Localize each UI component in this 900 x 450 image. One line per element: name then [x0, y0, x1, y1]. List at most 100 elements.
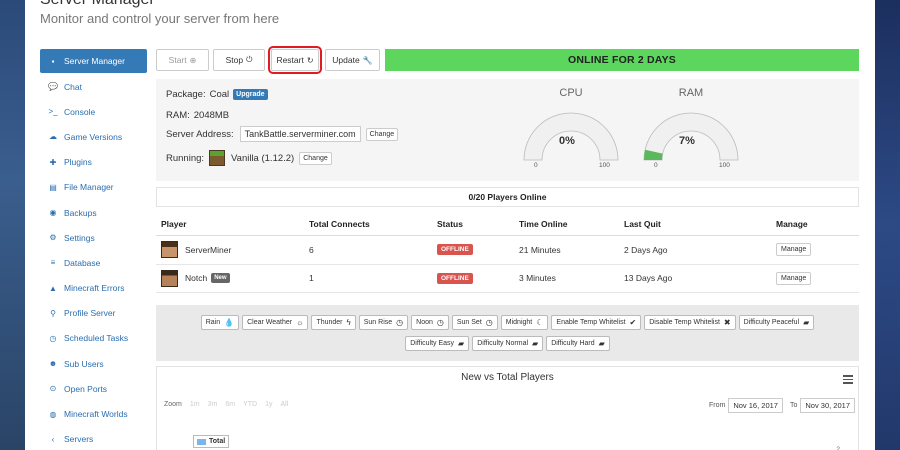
sun-set-button[interactable]: Sun Set ◷	[451, 315, 498, 330]
refresh-icon: ↻	[306, 55, 314, 65]
command-label: Thunder	[316, 319, 343, 326]
hamburger-menu-icon[interactable]	[843, 375, 853, 386]
stop-button[interactable]: Stop ⏻	[213, 49, 265, 71]
sidebar-item-game-versions[interactable]: ☁ Game Versions	[40, 124, 147, 149]
manage-cell: Manage	[776, 265, 812, 293]
ram-line: RAM: 2048MB	[166, 110, 229, 121]
sidebar-item-console[interactable]: >_ Console	[40, 99, 147, 124]
warning-icon: ▲	[49, 283, 57, 293]
manage-player-button[interactable]: Manage	[776, 243, 812, 257]
sidebar-item-label: Plugins	[64, 157, 92, 168]
status-badge: OFFLINE	[437, 244, 473, 256]
grass-block-icon	[209, 150, 226, 166]
command-label: Clear Weather	[247, 319, 293, 326]
player-cell: Notch New	[161, 265, 230, 293]
chart-title: New vs Total Players	[461, 372, 554, 383]
chart-date-range: From Nov 16, 2017 To Nov 30, 2017	[709, 398, 855, 413]
command-label: Sun Set	[456, 319, 482, 326]
zoom-option-1m[interactable]: 1m	[190, 401, 200, 408]
search-icon: ⚲	[50, 308, 56, 318]
update-button[interactable]: Update 🔧	[325, 49, 380, 71]
users-icon: ☻	[48, 359, 58, 369]
rain-button[interactable]: Rain 💧	[200, 315, 240, 330]
sidebar-item-file-manager[interactable]: ▤ File Manager	[40, 175, 147, 200]
sidebar-item-label: File Manager	[64, 182, 114, 193]
wrench-icon: 🔧	[362, 55, 373, 65]
enable-temp-whitelist-button[interactable]: Enable Temp Whitelist ✔	[551, 315, 642, 330]
puzzle-icon: ✚	[49, 157, 57, 167]
midnight-button[interactable]: Midnight ☾	[500, 315, 549, 330]
sidebar-item-minecraft-worlds[interactable]: ◍ Minecraft Worlds	[40, 401, 147, 426]
server-address-field[interactable]: TankBattle.serverminer.com	[239, 126, 361, 142]
player-avatar	[161, 241, 178, 259]
disable-temp-whitelist-button[interactable]: Disable Temp Whitelist ✖	[644, 315, 736, 330]
difficulty-hard-button[interactable]: Difficulty Hard ▰	[546, 336, 610, 351]
sidebar-item-settings[interactable]: ⚙ Settings	[40, 225, 147, 250]
difficulty-easy-button[interactable]: Difficulty Easy ▰	[405, 336, 470, 351]
server-info-panel: Package: Coal Upgrade RAM: 2048MB Server…	[156, 79, 859, 181]
commands-row-2: Difficulty Easy ▰ Difficulty Normal ▰ Diff…	[156, 336, 859, 351]
manage-player-button[interactable]: Manage	[776, 271, 812, 285]
change-version-button[interactable]: Change	[299, 151, 332, 165]
status-badge: OFFLINE	[437, 272, 473, 284]
legend-label: Total	[209, 438, 226, 445]
zoom-option-1y[interactable]: 1y	[265, 401, 272, 408]
desktop-background-right	[875, 0, 900, 450]
start-button[interactable]: Start ⊕	[156, 49, 209, 71]
sidebar-item-chat[interactable]: 💬 Chat	[40, 74, 147, 99]
from-date-input[interactable]: Nov 16, 2017	[728, 398, 783, 413]
sidebar-item-sub-users[interactable]: ☻ Sub Users	[40, 351, 147, 376]
sidebar-item-server-manager[interactable]: ▪ Server Manager	[40, 49, 147, 73]
difficulty-normal-button[interactable]: Difficulty Normal ▰	[472, 336, 544, 351]
cloud-icon: ☁	[49, 132, 57, 142]
players-table-header: Player Total Connects Status Time Online…	[156, 212, 859, 236]
plug-icon: ⊙	[49, 384, 57, 394]
address-label: Server Address:	[166, 128, 234, 140]
command-label: Enable Temp Whitelist	[556, 319, 626, 326]
play-circle-icon: ⊕	[189, 55, 197, 65]
restart-button[interactable]: Restart ↻	[268, 46, 322, 74]
upgrade-button[interactable]: Upgrade	[233, 89, 268, 100]
status-cell: OFFLINE	[437, 236, 473, 264]
update-button-label: Update	[332, 55, 360, 65]
sun-icon: ☼	[296, 318, 304, 327]
sidebar-item-servers[interactable]: ‹ Servers	[40, 427, 147, 450]
to-date-input[interactable]: Nov 30, 2017	[800, 398, 855, 413]
cpu-gauge: CPU 0% 0 100	[516, 85, 626, 175]
sidebar-item-minecraft-errors[interactable]: ▲ Minecraft Errors	[40, 276, 147, 301]
noon-button[interactable]: Noon ◷	[411, 315, 449, 330]
sidebar-item-backups[interactable]: ◉ Backups	[40, 200, 147, 225]
sidebar-item-plugins[interactable]: ✚ Plugins	[40, 150, 147, 175]
server-manager-window: Server Manager Monitor and control your …	[25, 0, 875, 450]
power-icon: ⏻	[246, 55, 253, 64]
command-label: Difficulty Normal	[477, 340, 529, 347]
sidebar-item-scheduled-tasks[interactable]: ◷ Scheduled Tasks	[40, 326, 147, 351]
clear-weather-button[interactable]: Clear Weather ☼	[242, 315, 309, 330]
command-label: Rain	[205, 319, 221, 326]
clock-icon: ◷	[49, 333, 57, 343]
page-title: Server Manager	[40, 0, 155, 9]
time-online: 21 Minutes	[519, 244, 561, 255]
status-cell: OFFLINE	[437, 265, 473, 293]
difficulty-peaceful-button[interactable]: Difficulty Peaceful ▰	[738, 315, 815, 330]
change-address-button[interactable]: Change	[365, 127, 399, 141]
quick-commands-panel: Rain 💧 Clear Weather ☼ Thunder ϟ Sun Rise ◷ …	[156, 305, 859, 361]
zoom-option-3m[interactable]: 3m	[208, 401, 218, 408]
sidebar-item-label: Open Ports	[64, 383, 107, 394]
zoom-option-6m[interactable]: 6m	[225, 401, 235, 408]
sidebar-item-open-ports[interactable]: ⊙ Open Ports	[40, 376, 147, 401]
to-label: To	[789, 402, 798, 409]
sidebar-item-database[interactable]: ≡ Database	[40, 250, 147, 275]
sun-rise-button[interactable]: Sun Rise ◷	[358, 315, 409, 330]
sidebar-item-profile-server[interactable]: ⚲ Profile Server	[40, 301, 147, 326]
globe-icon: ◍	[49, 409, 57, 419]
chart-legend[interactable]: Total	[193, 435, 230, 448]
thunder-button[interactable]: Thunder ϟ	[311, 315, 356, 330]
column-header: Status	[437, 218, 463, 229]
check-icon: ✔	[629, 318, 637, 327]
new-badge: New	[211, 273, 230, 284]
chart-zoom-controls: Zoom 1m 3m 6m YTD 1y All	[164, 401, 288, 408]
table-row: ServerMiner 6 OFFLINE 21 Minutes 2 Days …	[156, 236, 859, 265]
zoom-option-all[interactable]: All	[281, 401, 289, 408]
zoom-option-ytd[interactable]: YTD	[243, 401, 257, 408]
